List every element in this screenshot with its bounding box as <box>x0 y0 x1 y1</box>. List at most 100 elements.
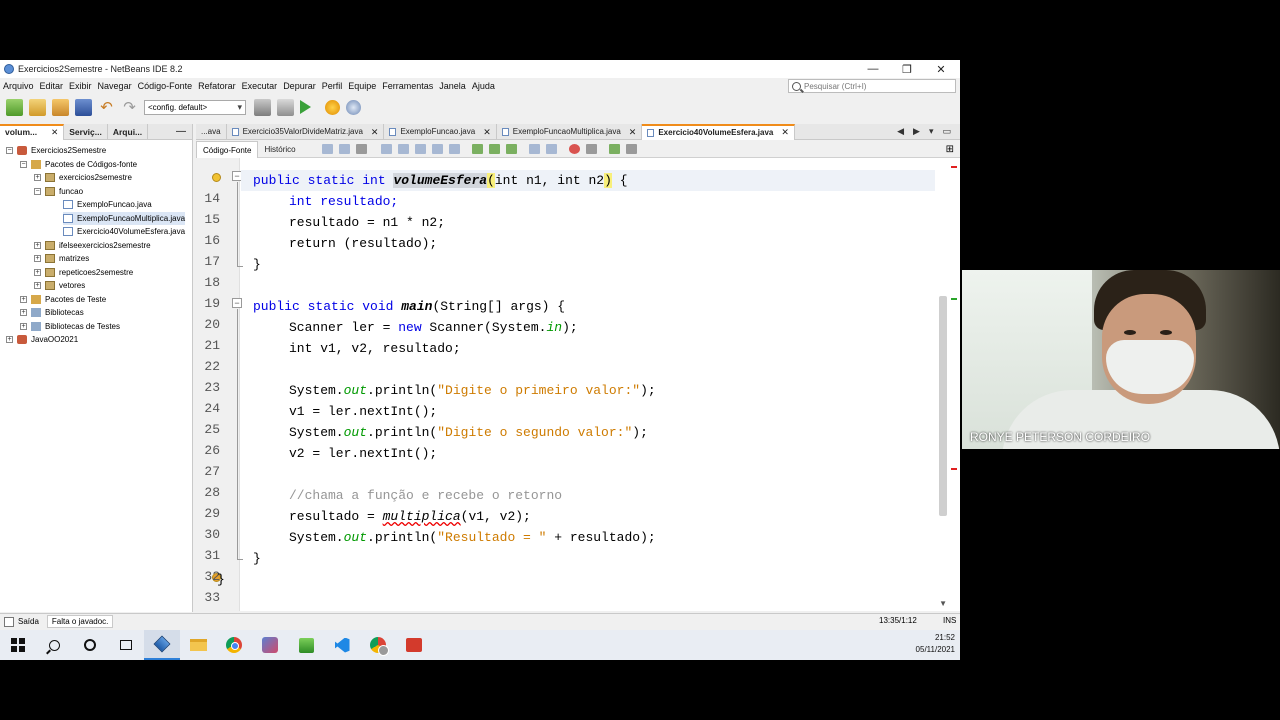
close-tab-icon[interactable]: ✕ <box>629 124 637 140</box>
menu-editar[interactable]: Editar <box>40 81 64 91</box>
tree-node[interactable]: − Pacotes de Códigos-fonte <box>20 158 137 171</box>
expand-icon[interactable]: + <box>6 336 13 343</box>
menu-arquivo[interactable]: Arquivo <box>3 81 34 91</box>
comment-icon[interactable] <box>608 144 620 154</box>
back-icon[interactable] <box>338 144 350 154</box>
editor-tab[interactable]: Exercicio35ValorDivideMatriz.java ✕ <box>227 123 385 140</box>
menu-navegar[interactable]: Navegar <box>98 81 132 91</box>
history-mode-button[interactable]: Histórico <box>258 141 301 158</box>
expand-icon[interactable]: + <box>34 269 41 276</box>
menu-janela[interactable]: Janela <box>439 81 466 91</box>
expand-icon[interactable]: + <box>34 282 41 289</box>
new-file-icon[interactable] <box>6 98 23 116</box>
run-icon[interactable] <box>300 100 311 114</box>
vertical-scrollbar[interactable] <box>939 296 947 516</box>
tree-node[interactable]: + ifelseexercicios2semestre <box>34 239 151 252</box>
undo-icon[interactable]: ↶ <box>98 99 115 116</box>
menu-exibir[interactable]: Exibir <box>69 81 92 91</box>
new-project-icon[interactable] <box>29 98 46 116</box>
tab-projects[interactable]: volum... ✕ <box>0 123 65 140</box>
toggle-highlight-icon[interactable] <box>431 144 443 154</box>
tab-files[interactable]: Arqui... <box>108 123 149 140</box>
error-marker[interactable] <box>951 468 957 470</box>
save-all-icon[interactable] <box>75 98 92 116</box>
expand-icon[interactable]: + <box>20 323 27 330</box>
find-next-icon[interactable] <box>414 144 426 154</box>
editor-tab[interactable]: ExemploFuncaoMultiplica.java ✕ <box>497 123 643 140</box>
close-tab-icon[interactable]: ✕ <box>781 126 789 139</box>
menu-depurar[interactable]: Depurar <box>283 81 316 91</box>
collapse-icon[interactable]: − <box>6 147 13 154</box>
tab-list-icon[interactable]: ▾ <box>929 126 934 137</box>
find-previous-icon[interactable] <box>397 144 409 154</box>
search-button[interactable] <box>36 630 72 660</box>
previous-bookmark-icon[interactable] <box>471 144 483 154</box>
taskbar-app[interactable] <box>288 630 324 660</box>
taskbar-explorer[interactable] <box>180 630 216 660</box>
tab-services[interactable]: Serviç... <box>64 123 108 140</box>
expand-icon[interactable]: + <box>34 255 41 262</box>
open-project-icon[interactable] <box>52 98 69 116</box>
shift-left-icon[interactable] <box>528 144 540 154</box>
close-tab-icon[interactable]: ✕ <box>371 124 379 140</box>
taskbar-app[interactable] <box>252 630 288 660</box>
editor-tab-active[interactable]: Exercicio40VolumeEsfera.java ✕ <box>642 123 795 140</box>
build-icon[interactable] <box>254 98 271 116</box>
tree-node[interactable]: + matrizes <box>34 252 89 265</box>
stop-macro-icon[interactable] <box>585 144 597 154</box>
close-button[interactable]: ✕ <box>924 60 958 78</box>
collapse-icon[interactable]: − <box>34 188 41 195</box>
toggle-selection-icon[interactable] <box>448 144 460 154</box>
tree-node[interactable]: Exercicio40VolumeEsfera.java <box>63 225 185 238</box>
profile-icon[interactable] <box>346 99 361 115</box>
scroll-down-icon[interactable]: ▼ <box>939 599 947 608</box>
expand-icon[interactable]: + <box>20 296 27 303</box>
output-toggle[interactable]: Saída <box>4 617 39 627</box>
tree-node[interactable]: ExemploFuncaoMultiplica.java <box>63 212 186 225</box>
taskbar-chrome[interactable] <box>216 630 252 660</box>
tree-node[interactable]: ExemploFuncao.java <box>63 198 152 211</box>
taskbar-netbeans[interactable] <box>144 630 180 660</box>
tree-node[interactable]: + Bibliotecas <box>20 306 84 319</box>
tree-node[interactable]: + Bibliotecas de Testes <box>20 320 120 333</box>
tree-node[interactable]: + JavaOO2021 <box>6 333 78 346</box>
editor-tab[interactable]: ExemploFuncao.java ✕ <box>384 123 497 140</box>
last-edit-icon[interactable] <box>321 144 333 154</box>
change-marker[interactable] <box>951 298 957 300</box>
next-bookmark-icon[interactable] <box>488 144 500 154</box>
close-tab-icon[interactable]: ✕ <box>483 124 491 140</box>
search-input[interactable]: Pesquisar (Ctrl+I) <box>788 79 956 93</box>
shift-right-icon[interactable] <box>545 144 557 154</box>
find-icon[interactable] <box>380 144 392 154</box>
tree-node[interactable]: − funcao <box>34 185 83 198</box>
minimize-panel-icon[interactable]: — <box>176 126 186 137</box>
fold-icon[interactable]: − <box>232 298 242 308</box>
source-mode-button[interactable]: Código-Fonte <box>196 140 259 158</box>
start-macro-icon[interactable] <box>568 144 580 154</box>
code-editor[interactable]: − 14 15 16 17 18 19 − 20 21 22 23 24 25 … <box>196 158 960 611</box>
collapse-icon[interactable]: − <box>20 161 27 168</box>
tree-node[interactable]: + repeticoes2semestre <box>34 266 133 279</box>
redo-icon[interactable]: ↷ <box>121 99 138 116</box>
config-select[interactable]: <config. default> <box>144 99 246 115</box>
menu-equipe[interactable]: Equipe <box>348 81 376 91</box>
menu-perfil[interactable]: Perfil <box>322 81 343 91</box>
editor-tab[interactable]: ...ava <box>196 123 227 140</box>
forward-icon[interactable] <box>355 144 367 154</box>
task-view-button[interactable] <box>108 630 144 660</box>
tree-node[interactable]: + exercicios2semestre <box>34 171 132 184</box>
tree-node[interactable]: + vetores <box>34 279 85 292</box>
tree-node[interactable]: − Exercicios2Semestre <box>6 144 106 157</box>
taskbar-app[interactable] <box>396 630 432 660</box>
cortana-button[interactable] <box>72 630 108 660</box>
clean-build-icon[interactable] <box>277 98 294 116</box>
scroll-right-icon[interactable]: ▶ <box>913 126 920 137</box>
close-icon[interactable]: ✕ <box>51 127 58 137</box>
maximize-icon[interactable]: ▭ <box>942 126 951 137</box>
scroll-left-icon[interactable]: ◀ <box>897 126 904 137</box>
menu-refatorar[interactable]: Refatorar <box>198 81 236 91</box>
split-icon[interactable]: ⊞ <box>946 144 954 155</box>
uncomment-icon[interactable] <box>625 144 637 154</box>
expand-icon[interactable]: + <box>20 309 27 316</box>
restore-button[interactable]: ❐ <box>890 60 924 78</box>
